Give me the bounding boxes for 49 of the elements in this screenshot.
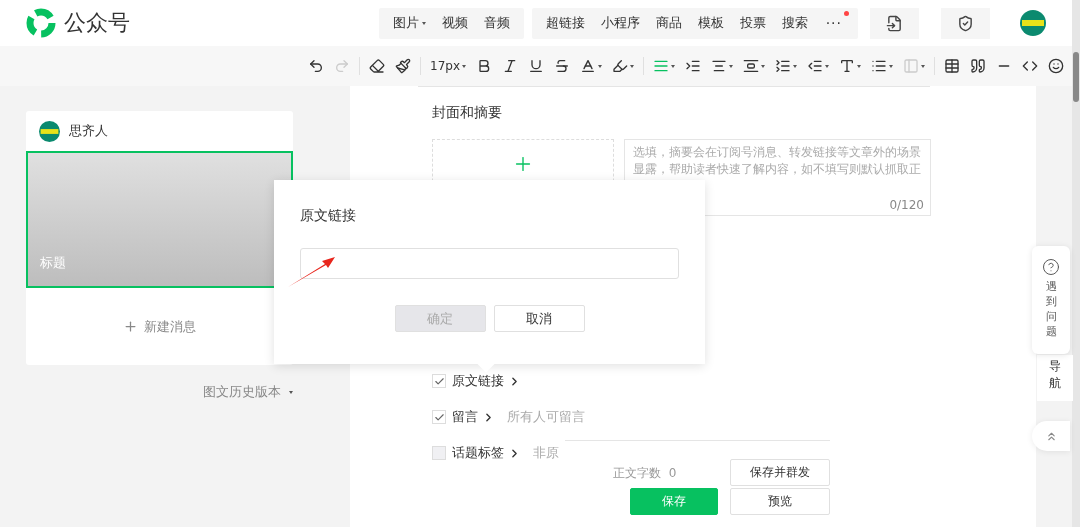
annotation-arrow xyxy=(287,256,337,288)
logo-text: 公众号 xyxy=(64,9,130,37)
more-button[interactable]: ··· xyxy=(815,15,852,31)
plus-icon xyxy=(123,319,138,334)
caret-icon xyxy=(421,21,426,25)
insert-menu-item[interactable]: 超链接 xyxy=(537,14,593,32)
insert-menu-item[interactable]: 音频 xyxy=(475,14,518,32)
link-input-field[interactable] xyxy=(300,248,679,279)
insert-menu-item[interactable]: 视频 xyxy=(433,14,476,32)
new-message-label: 新建消息 xyxy=(144,317,196,336)
avatar xyxy=(39,120,60,142)
font-size-dropdown[interactable]: 17px xyxy=(426,55,470,77)
summary-placeholder: 选填，摘要会在订阅号消息、转发链接等文章外的场景显露，帮助读者快速了解内容，如不填写则默认抓取正 xyxy=(633,144,922,178)
word-count: 正文字数 0 xyxy=(613,464,678,482)
insert-menu-item[interactable]: 图片 xyxy=(384,14,434,32)
help-icon xyxy=(1042,258,1060,276)
avatar xyxy=(1020,10,1046,36)
help-label: 遇到问题 xyxy=(1045,280,1057,340)
checkbox[interactable] xyxy=(432,410,446,424)
new-message-button[interactable]: 新建消息 xyxy=(26,288,293,365)
action-button[interactable]: 保存并群发 xyxy=(730,459,830,486)
option-link[interactable]: 话题标签 xyxy=(452,444,521,462)
scrollbar-thumb[interactable] xyxy=(1073,52,1079,102)
checkbox[interactable] xyxy=(432,374,446,388)
help-button[interactable]: 遇到问题 xyxy=(1032,246,1070,354)
navigation-label: 导航 xyxy=(1049,358,1061,392)
document-arrow-icon xyxy=(886,14,903,32)
shield-search-button[interactable] xyxy=(941,7,990,39)
insert-menu-item[interactable]: 商品 xyxy=(647,14,690,32)
option-link[interactable]: 原文链接 xyxy=(452,372,521,390)
action-button[interactable]: 预览 xyxy=(730,488,830,515)
insert-menu-item[interactable]: 投票 xyxy=(731,14,774,32)
option-value: 非原 xyxy=(533,444,559,462)
insert-menu-item[interactable]: 搜索 xyxy=(773,14,816,32)
cancel-button[interactable]: 取消 xyxy=(493,305,585,332)
account-name: 思齐人 xyxy=(69,122,108,140)
option-value: 所有人可留言 xyxy=(507,408,585,426)
character-counter: 0/120 xyxy=(889,198,924,212)
insert-menu-item[interactable]: 小程序 xyxy=(592,14,648,32)
logo-icon xyxy=(26,8,56,38)
navigation-panel[interactable]: 导航 xyxy=(1037,355,1073,401)
document-import-button[interactable] xyxy=(870,7,919,39)
insert-menu-item[interactable]: 模板 xyxy=(689,14,732,32)
article-title: 标题 xyxy=(40,254,66,272)
section-title: 封面和摘要 xyxy=(432,104,503,122)
checkbox[interactable] xyxy=(432,446,446,460)
option-link[interactable]: 留言 xyxy=(452,408,495,426)
shield-icon xyxy=(957,14,974,32)
dialog-title: 原文链接 xyxy=(300,207,357,225)
